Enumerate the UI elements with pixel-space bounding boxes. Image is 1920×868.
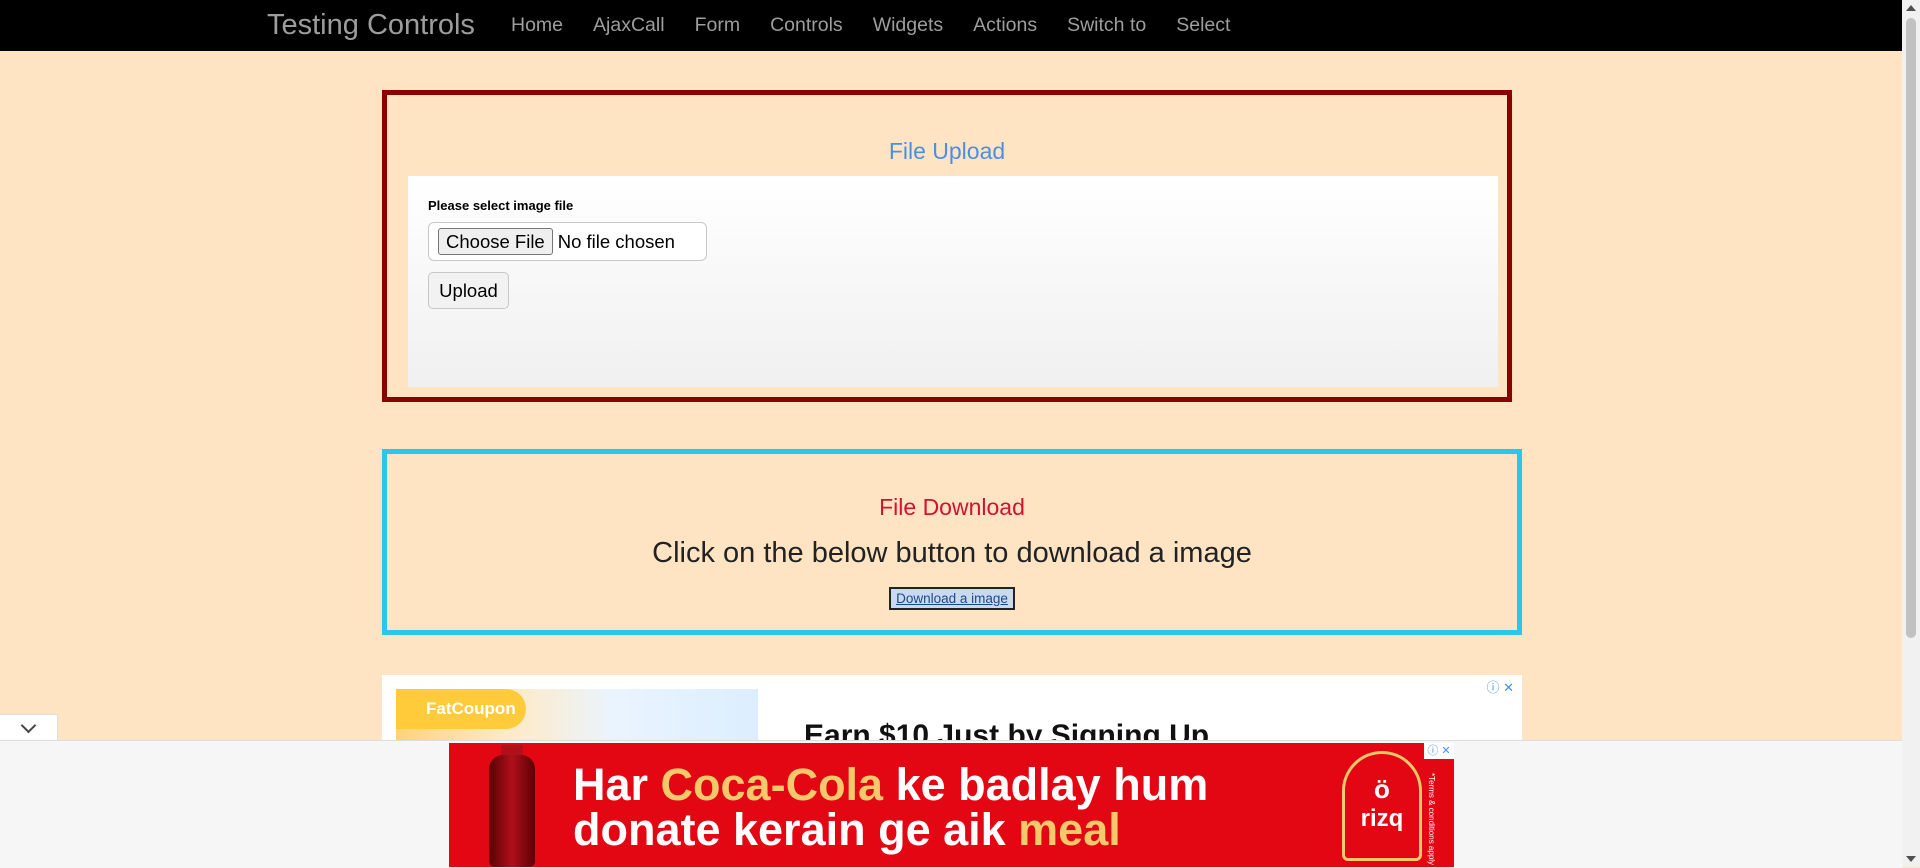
file-download-title: File Download xyxy=(879,494,1025,520)
banner-close-icon[interactable]: ⓘ ✕ xyxy=(1424,743,1454,759)
banner-highlight-text: Coca-Cola xyxy=(660,759,884,810)
banner-headline-line2: donate kerain ge aik meal xyxy=(573,804,1121,856)
ad-collapse-button[interactable] xyxy=(0,714,58,741)
nav-item-home[interactable]: Home xyxy=(511,0,563,51)
nav-item-form[interactable]: Form xyxy=(695,0,741,51)
nav-item-actions[interactable]: Actions xyxy=(973,0,1037,51)
nav-menu: Home AjaxCall Form Controls Widgets Acti… xyxy=(511,0,1260,51)
download-image-link[interactable]: Download a image xyxy=(889,587,1015,610)
choose-file-button[interactable]: Choose File xyxy=(438,228,553,255)
file-upload-title: File Upload xyxy=(888,138,1006,164)
banner-text-part: ke badlay hum xyxy=(883,759,1209,810)
rizq-logo-text: rizq xyxy=(1360,805,1404,832)
chevron-down-icon xyxy=(20,717,37,734)
nav-item-widgets[interactable]: Widgets xyxy=(873,0,943,51)
scroll-down-icon[interactable] xyxy=(1906,856,1916,862)
nav-item-ajaxcall[interactable]: AjaxCall xyxy=(593,0,665,51)
fatcoupon-logo: FatCoupon xyxy=(396,689,526,729)
banner-text-part: donate kerain ge aik xyxy=(573,804,1019,855)
navbar-brand[interactable]: Testing Controls xyxy=(267,0,475,51)
file-status-text: No file chosen xyxy=(557,230,675,252)
top-navbar: Testing Controls Home AjaxCall Form Cont… xyxy=(0,0,1902,51)
banner-fine-print: *Terms & conditions apply xyxy=(1427,773,1436,866)
vertical-scrollbar[interactable] xyxy=(1902,0,1920,867)
scrollbar-thumb[interactable] xyxy=(1906,18,1916,638)
coca-cola-bottle-image xyxy=(489,755,535,867)
scroll-up-icon[interactable] xyxy=(1906,5,1916,11)
file-upload-panel: File Upload Please select image file Cho… xyxy=(382,90,1512,402)
download-description: Click on the below button to download a … xyxy=(652,537,1252,569)
ad-top-image: FatCoupon xyxy=(396,689,758,740)
download-link-wrapper: Download a image xyxy=(387,587,1517,610)
ad-top[interactable]: FatCoupon Earn $10 Just by Signing Up ⓘ … xyxy=(382,675,1522,740)
file-download-panel: File Download Click on the below button … xyxy=(382,449,1522,635)
nav-item-select[interactable]: Select xyxy=(1176,0,1230,51)
nav-item-controls[interactable]: Controls xyxy=(770,0,843,51)
upload-button[interactable]: Upload xyxy=(428,272,509,309)
rizq-logo: ö rizq xyxy=(1342,751,1422,861)
upload-form: Please select image file Choose File No … xyxy=(408,176,1498,387)
rizq-logo-glyph: ö xyxy=(1374,774,1390,804)
ad-top-headline: Earn $10 Just by Signing Up xyxy=(804,719,1210,740)
banner-text-part: Har xyxy=(573,759,661,810)
image-file-label: Please select image file xyxy=(428,198,574,213)
nav-item-switch-to[interactable]: Switch to xyxy=(1067,0,1146,51)
ad-info-close-icon[interactable]: ⓘ ✕ xyxy=(1486,677,1514,696)
banner-ad[interactable]: Har Coca-Cola ke badlay hum donate kerai… xyxy=(449,743,1454,867)
banner-highlight-text: meal xyxy=(1018,804,1121,855)
file-input[interactable]: Choose File No file chosen xyxy=(428,222,707,261)
